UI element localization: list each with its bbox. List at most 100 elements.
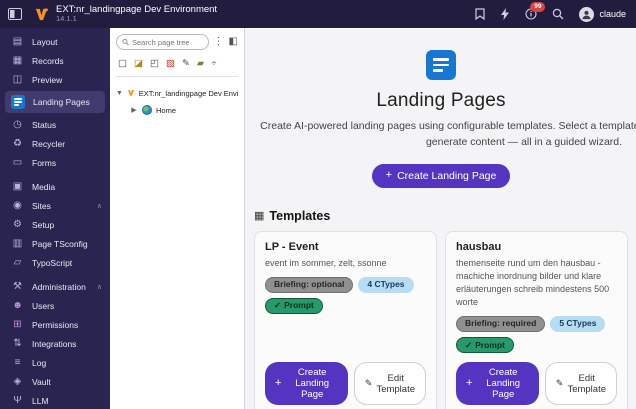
template-title: LP - Event (265, 241, 426, 253)
topbar: EXT:nr_landingpage Dev Environment 14.1.… (0, 0, 636, 28)
sidebar-item-label: Setup (32, 220, 54, 230)
template-cards-grid: LP - Event event im sommer, zelt, ssonne… (254, 231, 628, 409)
sidebar-item-label: Sites (32, 201, 51, 211)
kebab-menu-icon[interactable]: ⋮ (214, 37, 224, 47)
site-title-block[interactable]: EXT:nr_landingpage Dev Environment 14.1.… (56, 5, 217, 24)
forms-icon: ▭ (11, 158, 24, 168)
sidebar-item-label: Permissions (32, 320, 78, 330)
landing-pages-icon (11, 95, 25, 109)
page-subtitle: Create AI-powered landing pages using co… (254, 118, 636, 151)
system-info-icon[interactable]: 99 (525, 8, 537, 20)
ctypes-badge: 4 CTypes (358, 277, 413, 293)
typoscript-icon: ▱ (11, 258, 24, 268)
layout-icon: ▤ (11, 37, 24, 47)
records-icon: ▦ (11, 56, 24, 66)
new-page-toolbar: ▢ ◪ ◰ ▨ ✎ ▰ ÷ (116, 59, 238, 77)
site-globe-icon (142, 105, 152, 115)
search-icon[interactable] (552, 8, 564, 20)
sidebar-item-label: Layout (32, 37, 58, 47)
template-description: event im sommer, zelt, ssonne (265, 257, 426, 270)
sidebar-item-status[interactable]: ◷ Status (0, 115, 110, 134)
sidebar-item-sites[interactable]: ◉ Sites ∧ (0, 196, 110, 215)
bookmark-icon[interactable] (475, 8, 485, 20)
sidebar-item-vault[interactable]: ◈ Vault (0, 372, 110, 391)
briefing-badge: Briefing: optional (265, 277, 353, 293)
new-folder-icon[interactable]: ▰ (197, 59, 204, 69)
pencil-icon: ✎ (556, 378, 564, 389)
new-shortcut-page-icon[interactable]: ◪ (134, 59, 143, 69)
new-link-page-icon[interactable]: ✎ (182, 59, 190, 69)
template-title: hausbau (456, 241, 617, 253)
card-edit-template-button[interactable]: ✎ Edit Template (354, 362, 426, 405)
sidebar-item-permissions[interactable]: ⊞ Permissions (0, 315, 110, 334)
preview-icon: ◫ (11, 75, 24, 85)
card-create-landing-page-button[interactable]: + Create Landing Page (456, 362, 539, 405)
page-tree-search-input[interactable] (132, 38, 203, 47)
templates-section: ▦ Templates LP - Event event im sommer, … (254, 209, 628, 409)
card-edit-template-button[interactable]: ✎ Edit Template (545, 362, 617, 405)
llm-microphone-icon: Ψ (11, 396, 24, 406)
sidebar-item-landing-pages[interactable]: Landing Pages (5, 91, 105, 113)
card-create-landing-page-button[interactable]: + Create Landing Page (265, 362, 348, 405)
status-icon: ◷ (11, 120, 24, 130)
users-icon: ☻ (11, 301, 24, 311)
sidebar-item-label: Vault (32, 377, 51, 387)
sidebar-item-media[interactable]: ▣ Media (0, 177, 110, 196)
sidebar-item-integrations[interactable]: ⇅ Integrations (0, 334, 110, 353)
sidebar-item-records[interactable]: ▦ Records (0, 51, 110, 70)
sidebar-item-llm[interactable]: Ψ LLM (0, 391, 110, 409)
chevron-down-icon[interactable]: ▼ (116, 90, 123, 97)
media-icon: ▣ (11, 182, 24, 192)
sidebar-item-label: Users (32, 301, 54, 311)
ctypes-badge: 5 CTypes (550, 316, 605, 332)
sidebar-item-preview[interactable]: ◫ Preview (0, 70, 110, 89)
permissions-icon: ⊞ (11, 320, 24, 330)
plus-icon: + (466, 378, 472, 389)
typo3-logo-icon (127, 88, 135, 98)
new-mountpoint-page-icon[interactable]: ◰ (150, 59, 159, 69)
user-menu[interactable]: claude (579, 7, 626, 22)
page-title: Landing Pages (254, 90, 628, 112)
create-landing-page-label: Create Landing Page (397, 170, 496, 182)
chevron-right-icon[interactable]: ▶ (130, 106, 138, 114)
tree-home-row[interactable]: ▶ Home (116, 102, 238, 119)
templates-grid-icon: ▦ (254, 209, 264, 222)
panel-expand-icon[interactable]: ◧ (229, 37, 238, 47)
sidebar-item-forms[interactable]: ▭ Forms (0, 153, 110, 172)
new-page-icon[interactable]: ▢ (118, 59, 127, 69)
site-title: EXT:nr_landingpage Dev Environment (56, 5, 217, 15)
notification-badge: 99 (530, 2, 545, 12)
create-landing-page-button[interactable]: + Create Landing Page (372, 164, 511, 188)
sidebar-item-administration[interactable]: ⚒ Administration ∧ (0, 277, 110, 296)
page-tree-panel: ⋮ ◧ ▢ ◪ ◰ ▨ ✎ ▰ ÷ ▼ EXT:nr_landingpage D… (110, 28, 245, 409)
sidebar-item-label: TypoScript (32, 258, 72, 268)
sidebar-item-page-tsconfig[interactable]: ▥ Page TSconfig (0, 234, 110, 253)
sidebar-item-label: Log (32, 358, 46, 368)
sidebar-item-setup[interactable]: ⚙ Setup (0, 215, 110, 234)
sidebar-item-recycler[interactable]: ♻ Recycler (0, 134, 110, 153)
sidebar-item-label: Media (32, 182, 55, 192)
sidebar-item-label: Recycler (32, 139, 65, 149)
menu-toggle-icon[interactable] (8, 8, 22, 20)
landing-pages-module-icon (426, 50, 456, 80)
sidebar-item-label: Landing Pages (33, 97, 90, 107)
new-restricted-page-icon[interactable]: ▨ (166, 59, 175, 69)
briefing-badge: Briefing: required (456, 316, 545, 332)
administration-icon: ⚒ (11, 282, 24, 292)
sidebar-item-users[interactable]: ☻ Users (0, 296, 110, 315)
tree-root-label: EXT:nr_landingpage Dev Environment (139, 89, 238, 98)
sidebar-item-log[interactable]: ≡ Log (0, 353, 110, 372)
chevron-up-icon: ∧ (97, 283, 102, 291)
plus-icon: + (386, 170, 392, 181)
bolt-icon[interactable] (500, 8, 510, 20)
pencil-icon: ✎ (365, 378, 373, 389)
new-spacer-icon[interactable]: ÷ (211, 59, 216, 69)
page-tree-search[interactable] (116, 34, 209, 50)
sidebar-item-layout[interactable]: ▤ Layout (0, 32, 110, 51)
search-icon (122, 38, 129, 46)
integrations-icon: ⇅ (11, 339, 24, 349)
sidebar-item-typoscript[interactable]: ▱ TypoScript (0, 253, 110, 272)
avatar (579, 7, 594, 22)
tree-home-label: Home (156, 106, 176, 115)
tree-root-row[interactable]: ▼ EXT:nr_landingpage Dev Environment (116, 85, 238, 102)
